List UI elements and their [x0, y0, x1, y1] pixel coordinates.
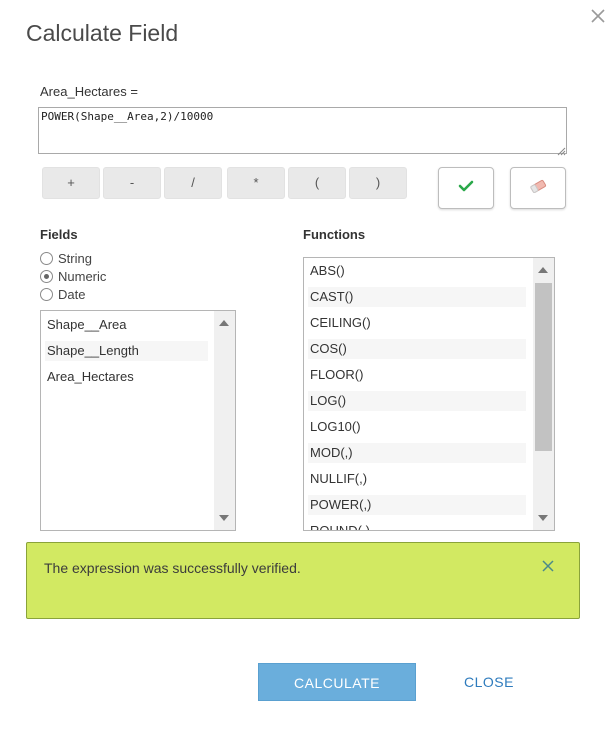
- dialog-title: Calculate Field: [26, 20, 179, 46]
- banner-message: The expression was successfully verified…: [44, 560, 301, 576]
- list-item[interactable]: CAST(): [308, 287, 526, 307]
- radio-button[interactable]: [40, 288, 53, 301]
- list-item[interactable]: FLOOR(): [308, 365, 526, 385]
- operator-minus-button[interactable]: -: [103, 167, 161, 199]
- functions-scrollbar[interactable]: [533, 258, 554, 530]
- scroll-thumb[interactable]: [535, 283, 552, 451]
- fields-heading: Fields: [40, 227, 78, 242]
- radio-button[interactable]: [40, 270, 53, 283]
- calculate-button[interactable]: CALCULATE: [258, 663, 416, 701]
- fields-list[interactable]: Shape__Area Shape__Length Area_Hectares: [40, 310, 236, 531]
- radio-label: Numeric: [58, 269, 107, 284]
- operator-open-paren-button[interactable]: (: [288, 167, 346, 199]
- radio-numeric[interactable]: Numeric: [40, 269, 106, 284]
- expression-label: Area_Hectares =: [40, 84, 138, 99]
- scroll-down-icon[interactable]: [219, 515, 229, 521]
- verify-button[interactable]: [438, 167, 494, 209]
- operator-plus-button[interactable]: +: [42, 167, 100, 199]
- list-item[interactable]: Shape__Area: [45, 315, 208, 335]
- list-item[interactable]: ABS(): [308, 261, 526, 281]
- list-item[interactable]: LOG(): [308, 391, 526, 411]
- radio-date[interactable]: Date: [40, 287, 85, 302]
- list-item[interactable]: MOD(,): [308, 443, 526, 463]
- list-item[interactable]: COS(): [308, 339, 526, 359]
- close-icon[interactable]: [541, 559, 555, 573]
- success-banner: The expression was successfully verified…: [26, 542, 580, 619]
- radio-button[interactable]: [40, 252, 53, 265]
- operator-close-paren-button[interactable]: ): [349, 167, 407, 199]
- clear-button[interactable]: [510, 167, 566, 209]
- list-item[interactable]: CEILING(): [308, 313, 526, 333]
- radio-label: Date: [58, 287, 86, 302]
- expression-input[interactable]: [38, 107, 567, 154]
- check-icon: [458, 179, 474, 198]
- functions-list[interactable]: ABS() CAST() CEILING() COS() FLOOR() LOG…: [303, 257, 555, 531]
- close-button[interactable]: CLOSE: [450, 663, 528, 701]
- eraser-icon: [529, 179, 547, 198]
- list-item[interactable]: Area_Hectares: [45, 367, 208, 387]
- scroll-up-icon[interactable]: [538, 267, 548, 273]
- operator-divide-button[interactable]: /: [164, 167, 222, 199]
- scroll-up-icon[interactable]: [219, 320, 229, 326]
- radio-string[interactable]: String: [40, 251, 92, 266]
- radio-label: String: [58, 251, 92, 266]
- functions-heading: Functions: [303, 227, 366, 242]
- list-item[interactable]: Shape__Length: [45, 341, 208, 361]
- resize-grip-icon[interactable]: [556, 143, 566, 156]
- list-item[interactable]: NULLIF(,): [308, 469, 526, 489]
- list-item[interactable]: POWER(,): [308, 495, 526, 515]
- scroll-down-icon[interactable]: [538, 515, 548, 521]
- fields-scrollbar[interactable]: [214, 311, 235, 530]
- list-item[interactable]: LOG10(): [308, 417, 526, 437]
- operator-multiply-button[interactable]: *: [227, 167, 285, 199]
- close-icon[interactable]: [588, 6, 608, 26]
- list-item[interactable]: ROUND(,): [308, 521, 526, 530]
